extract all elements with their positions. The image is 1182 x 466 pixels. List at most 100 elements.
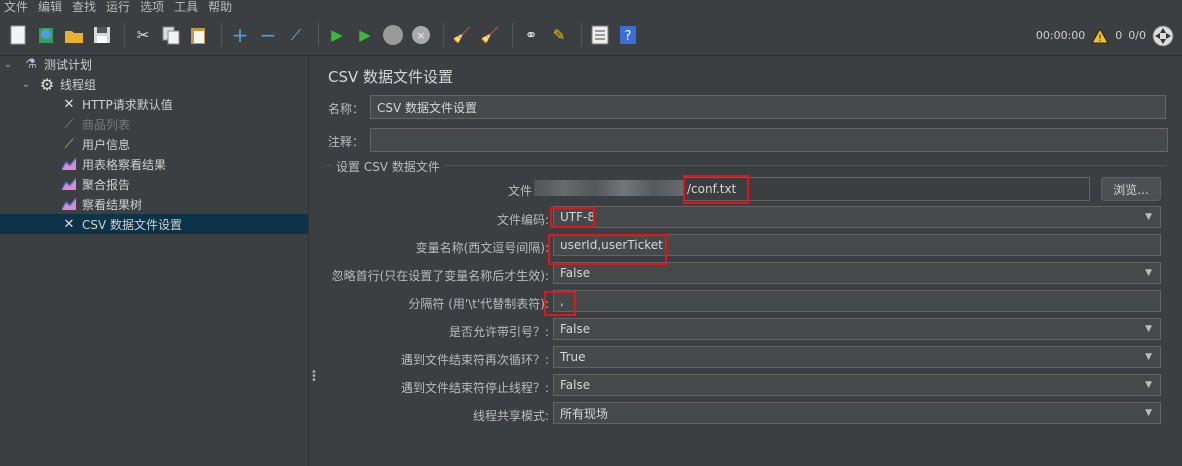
panel-splitter[interactable]: • • •	[308, 56, 317, 466]
name-field[interactable]: CSV 数据文件设置	[370, 95, 1166, 119]
start-icon[interactable]: ▶	[325, 23, 349, 47]
menu-edit[interactable]: 编辑	[38, 0, 62, 15]
chart-icon	[60, 175, 78, 193]
clear-all-icon[interactable]: 🧹	[478, 23, 502, 47]
encoding-select[interactable]: UTF-8 ▼	[553, 206, 1161, 228]
tree-item-label: HTTP请求默认值	[82, 97, 173, 112]
menu-file[interactable]: 文件	[4, 0, 28, 15]
section-divider	[326, 165, 1166, 166]
file-label: 文件	[507, 184, 532, 198]
toolbar-separator	[318, 23, 319, 47]
stop-thread-eof-value: False	[560, 378, 591, 392]
chevron-down-icon: ▼	[1145, 324, 1152, 334]
chevron-down-icon: ▼	[1145, 352, 1152, 362]
toolbar-separator	[581, 23, 582, 47]
tree-item-test-plan[interactable]: ⌄ ⚗ 测试计划	[2, 54, 92, 74]
open-icon[interactable]	[62, 23, 86, 47]
function-helper-icon[interactable]	[588, 23, 612, 47]
encoding-value: UTF-8	[560, 210, 595, 224]
stop-icon[interactable]	[381, 23, 405, 47]
tree-item-results-tree[interactable]: 察看结果树	[60, 194, 142, 214]
tree-item-label: 测试计划	[44, 57, 93, 72]
chevron-down-icon: ▼	[1145, 380, 1152, 390]
flask-icon: ⚗	[25, 56, 37, 72]
recycle-eof-label: 遇到文件结束符再次循环？:	[400, 353, 549, 367]
ignore-first-line-select[interactable]: False ▼	[553, 262, 1161, 284]
chevron-down-icon: ▼	[1145, 212, 1152, 222]
tree-item-user-info[interactable]: ⟋ 用户信息	[60, 134, 130, 154]
variable-names-input[interactable]: userId,userTicket	[553, 234, 1161, 256]
tree-item-table-results[interactable]: 用表格察看结果	[60, 154, 166, 174]
file-path-input[interactable]: /conf.txt	[684, 177, 1090, 201]
stop-thread-eof-label: 遇到文件结束符停止线程？:	[400, 381, 549, 395]
toolbar-separator	[124, 23, 125, 47]
chevron-down-icon: ▼	[1145, 268, 1152, 278]
sharing-mode-select[interactable]: 所有现场 ▼	[553, 402, 1161, 424]
menu-run[interactable]: 运行	[106, 0, 130, 15]
paste-icon[interactable]	[187, 23, 211, 47]
templates-icon[interactable]	[34, 23, 58, 47]
warning-icon[interactable]: !	[1091, 27, 1110, 44]
redacted-path	[534, 180, 684, 196]
thread-count: 0/0	[1128, 29, 1146, 42]
save-icon[interactable]	[90, 23, 114, 47]
copy-icon[interactable]	[159, 23, 183, 47]
wrench-icon: ✕	[63, 96, 75, 112]
cut-icon[interactable]: ✂	[131, 23, 155, 47]
status-area: 00:00:00 ! 0 0/0	[1036, 15, 1174, 56]
shutdown-icon[interactable]: ×	[409, 23, 433, 47]
allow-quoted-label: 是否允许带引号？:	[448, 325, 549, 339]
clear-icon[interactable]: 🧹	[450, 23, 474, 47]
tree-item-label: 商品列表	[82, 117, 131, 132]
svg-text:?: ?	[625, 29, 632, 44]
test-plan-tree: ⌄ ⚗ 测试计划 ⌄ ⚙ 线程组 ✕ HTTP请求默认值 ⟋ 商品列表 ⟋ 用户…	[0, 56, 308, 466]
expand-icon[interactable]: +	[228, 23, 252, 47]
collapse-icon[interactable]: −	[256, 23, 280, 47]
ignore-first-line-label: 忽略首行(只在设置了变量名称后才生效):	[331, 269, 549, 283]
wrench-icon: ✕	[63, 216, 75, 232]
tree-item-label: 察看结果树	[82, 197, 143, 212]
allow-quoted-value: False	[560, 322, 591, 336]
menu-tools[interactable]: 工具	[174, 0, 198, 15]
tree-item-label: 用户信息	[82, 137, 131, 152]
help-icon[interactable]: ?	[616, 23, 640, 47]
svg-text:!: !	[1098, 34, 1102, 44]
sharing-mode-value: 所有现场	[560, 406, 609, 421]
page-title: CSV 数据文件设置	[328, 68, 454, 86]
chevron-down-icon[interactable]: ⌄	[2, 59, 14, 70]
svg-text:×: ×	[416, 29, 425, 42]
gear-icon: ⚙	[39, 74, 55, 94]
elapsed-timer: 00:00:00	[1035, 29, 1086, 42]
tree-item-csv-config[interactable]: ✕ CSV 数据文件设置	[0, 214, 308, 234]
toolbar-separator	[221, 23, 222, 47]
recycle-eof-value: True	[560, 350, 586, 364]
menu-options[interactable]: 选项	[140, 0, 164, 15]
encoding-label: 文件编码:	[496, 213, 549, 227]
ignore-first-line-value: False	[560, 266, 591, 280]
comment-field[interactable]	[370, 128, 1168, 152]
tree-item-aggregate-report[interactable]: 聚合报告	[60, 174, 130, 194]
start-no-pause-icon[interactable]: ▶	[353, 23, 377, 47]
reset-search-icon[interactable]: ✎	[547, 23, 571, 47]
remote-status-icon[interactable]	[1152, 25, 1174, 47]
sharing-mode-label: 线程共享模式:	[472, 409, 549, 423]
tree-item-product-list[interactable]: ⟋ 商品列表	[60, 114, 130, 134]
delimiter-input[interactable]: ,	[553, 290, 1161, 312]
toggle-icon[interactable]: ⟋	[284, 23, 308, 47]
new-icon[interactable]	[6, 23, 30, 47]
tree-item-label: CSV 数据文件设置	[82, 217, 183, 232]
tree-item-label: 用表格察看结果	[82, 157, 167, 172]
menu-search[interactable]: 查找	[72, 0, 96, 15]
browse-button[interactable]: 浏览...	[1101, 177, 1161, 201]
pipette-icon: ⟋	[64, 116, 74, 132]
menu-help[interactable]: 帮助	[208, 0, 232, 15]
search-icon[interactable]: ⚭	[519, 23, 543, 47]
tree-item-http-defaults[interactable]: ✕ HTTP请求默认值	[60, 94, 173, 114]
chevron-down-icon[interactable]: ⌄	[20, 79, 32, 90]
recycle-eof-select[interactable]: True ▼	[553, 346, 1161, 368]
tree-item-thread-group[interactable]: ⌄ ⚙ 线程组	[20, 74, 96, 94]
stop-thread-eof-select[interactable]: False ▼	[553, 374, 1161, 396]
tree-item-label: 线程组	[60, 77, 97, 92]
allow-quoted-select[interactable]: False ▼	[553, 318, 1161, 340]
section-title: 设置 CSV 数据文件	[332, 158, 444, 175]
